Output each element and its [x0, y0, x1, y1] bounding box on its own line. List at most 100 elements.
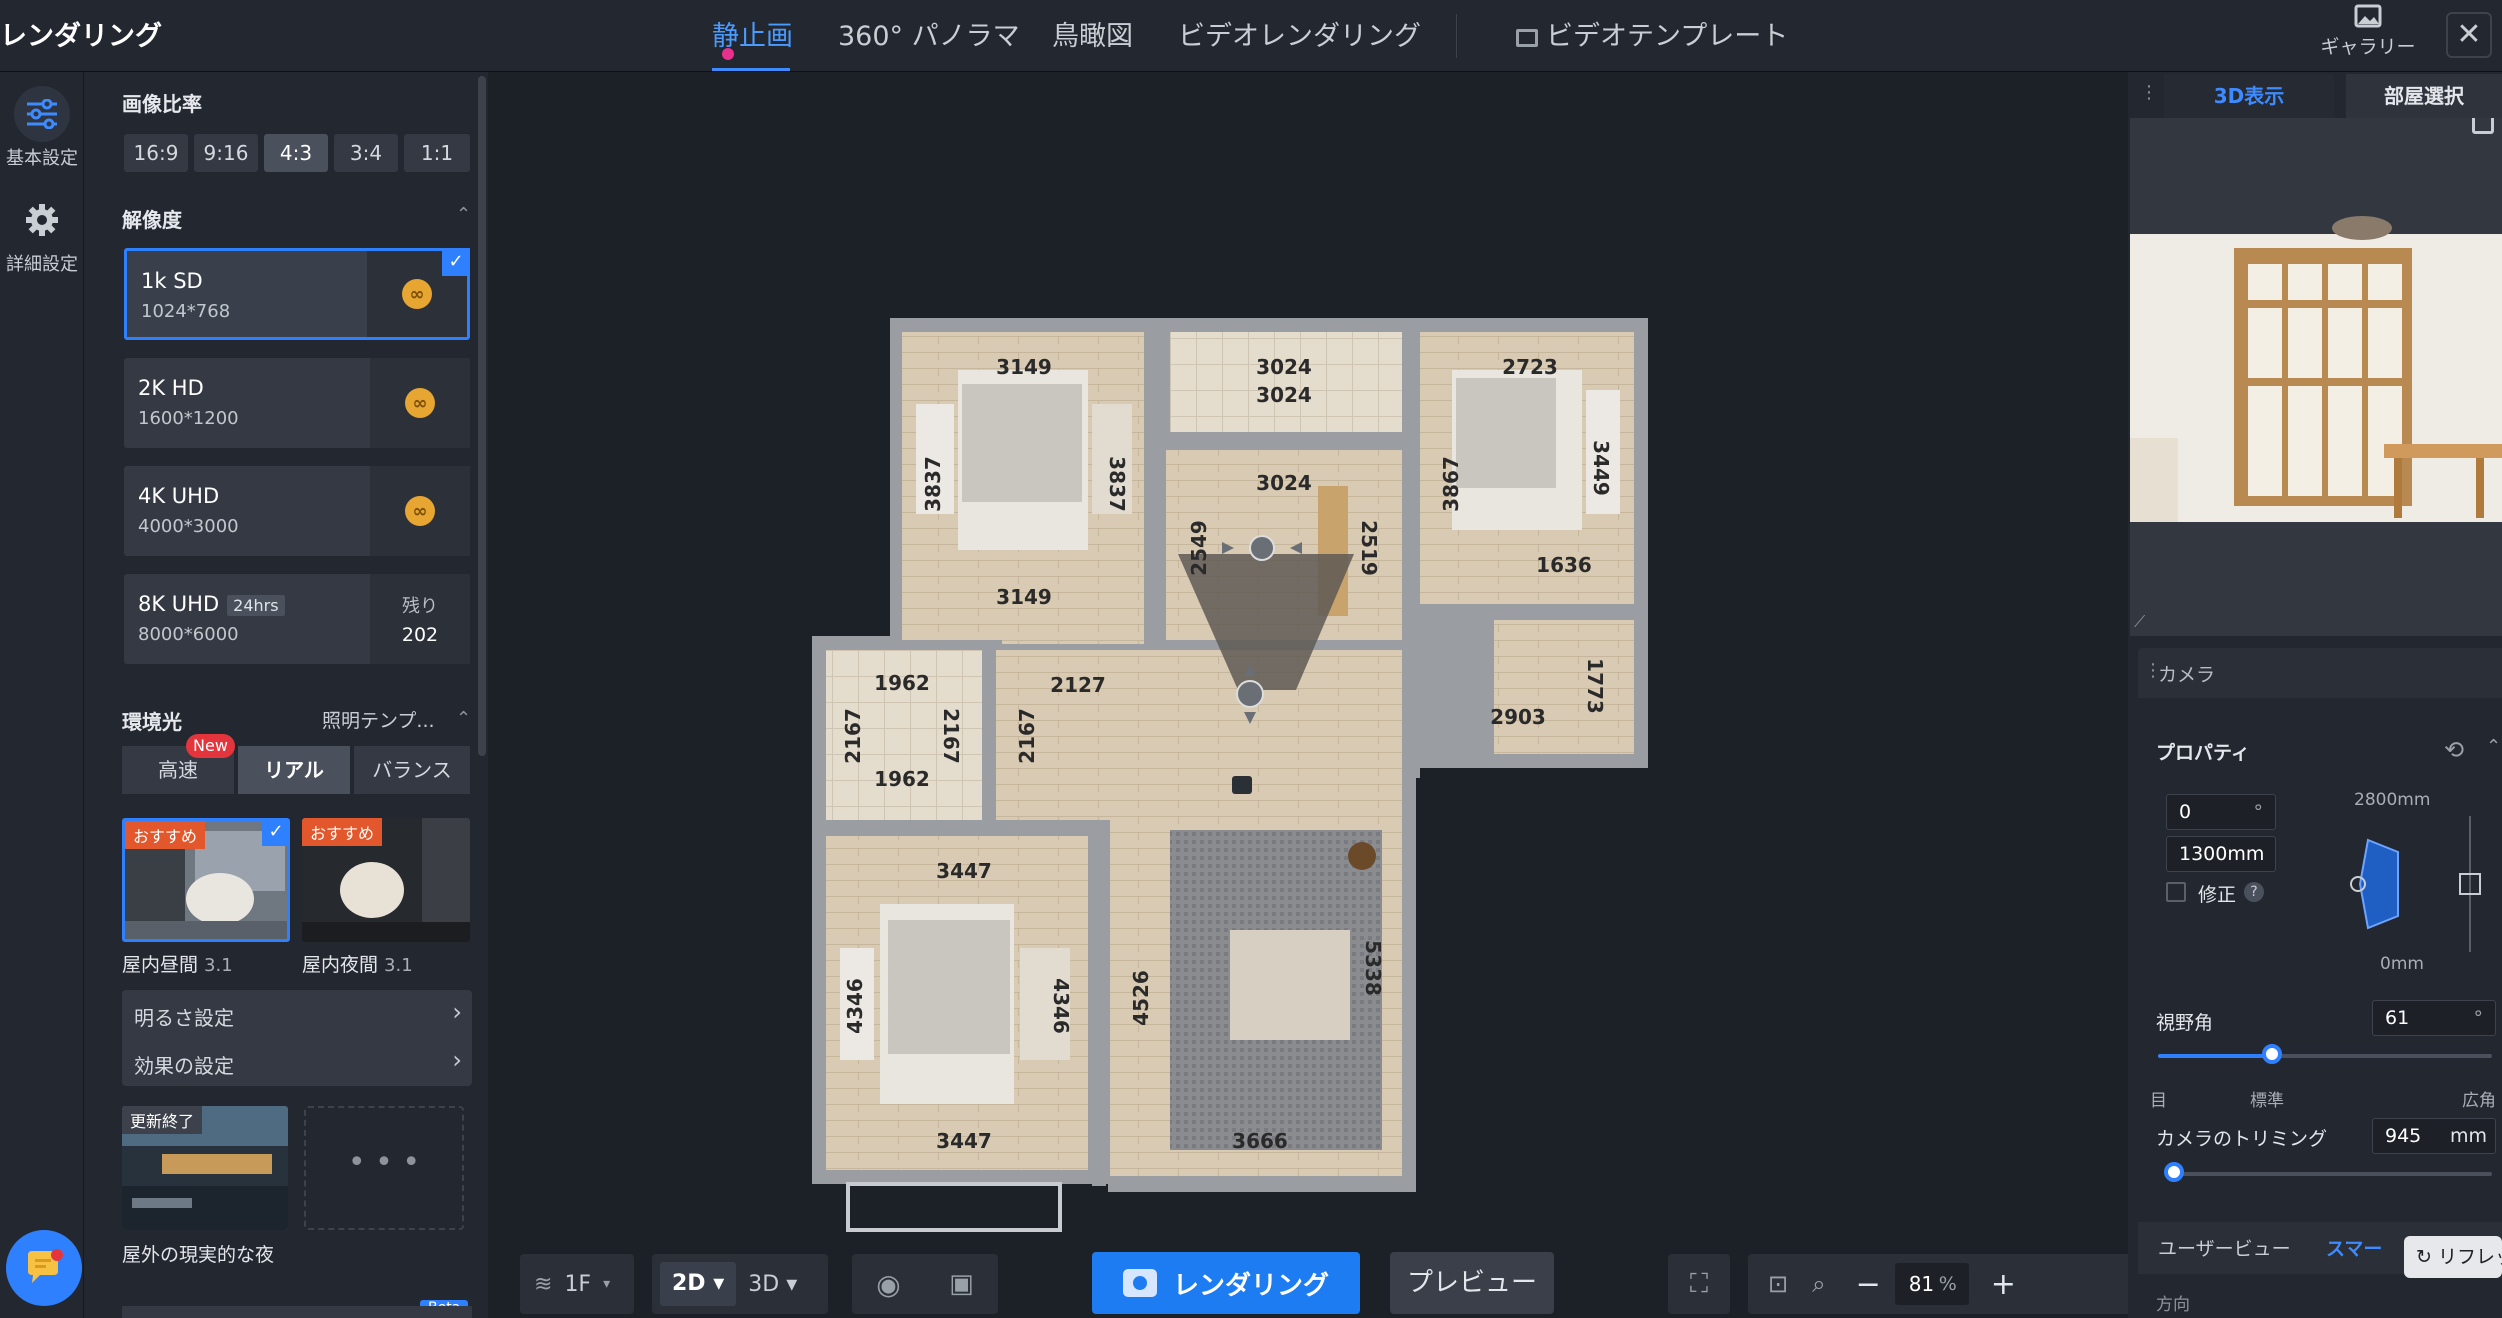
chevron-right-icon[interactable]: › [452, 1046, 462, 1074]
remaining-value: 202 [401, 624, 439, 646]
dim-label: 3024 [1256, 471, 1312, 495]
zoom-input[interactable]: 81 [1894, 1263, 1969, 1305]
preview-button[interactable]: プレビュー [1390, 1252, 1554, 1314]
top-divider [1456, 14, 1457, 58]
camera-title: カメラ [2158, 664, 2216, 686]
cut-off-text: 方向 [2156, 1295, 2190, 1315]
eye-icon[interactable]: ◉ [876, 1268, 900, 1301]
resize-corner-icon[interactable]: ⟋ [2134, 612, 2145, 632]
tab-room-select[interactable]: 部屋選択 [2346, 74, 2502, 118]
fov-slider-knob[interactable] [2261, 1044, 2282, 1064]
fov-tick-label: 標準 [2250, 1091, 2284, 1111]
tab-panorama[interactable]: 360° パノラマ [838, 14, 1020, 53]
floor-plan[interactable]: 3149 3837 3837 3149 3024 3024 3024 2549 … [808, 316, 1654, 1236]
lighting-template-link[interactable]: 照明テンプ... [322, 706, 435, 733]
collapse-icon[interactable]: ⌃ [2486, 736, 2501, 757]
correct-checkbox[interactable] [2166, 882, 2186, 902]
effect-settings[interactable]: 効果の設定 [134, 1050, 234, 1079]
kitchen-floor [1170, 332, 1402, 432]
floor-selector[interactable]: ≋ 1F ▾ [520, 1254, 634, 1314]
tab-user-view[interactable]: ユーザービュー [2158, 1234, 2291, 1261]
fit-view-button[interactable]: ⛶ [1668, 1254, 1730, 1314]
zoom-search-icon[interactable]: ⌕ [1812, 1270, 1825, 1298]
fov-unit: ° [2473, 1007, 2484, 1029]
ratio-4-3[interactable]: 4:3 [264, 134, 328, 172]
clip-label: カメラのトリミング [2156, 1128, 2328, 1150]
lighting-collapse-icon[interactable]: ⌃ [456, 708, 471, 729]
gallery-button[interactable]: ギャラリー [2318, 4, 2418, 64]
expand-icon[interactable] [2472, 118, 2494, 134]
chevron-right-icon[interactable]: › [452, 998, 462, 1026]
properties-title: プロパティ [2156, 742, 2250, 764]
remaining-label: 残り [402, 596, 438, 617]
res-card-8k[interactable]: 8K UHD 24hrs 8000*6000 残り 202 [124, 574, 470, 664]
camera-height-gauge[interactable] [2340, 816, 2502, 952]
fov-input[interactable]: 61 ° [2372, 1000, 2496, 1036]
more-scenes-button[interactable]: • • • [304, 1106, 464, 1230]
fit-icon: ⛶ [1689, 1268, 1709, 1299]
tab-birdseye[interactable]: 鳥瞰図 [1052, 14, 1133, 53]
render-camera-marker[interactable] [1232, 776, 1252, 794]
drag-handle-icon[interactable]: ⋮ [2140, 82, 2158, 103]
brightness-settings[interactable]: 明るさ設定 [134, 1002, 234, 1031]
cube-icon[interactable]: ▣ [949, 1269, 974, 1299]
bathroom-2-floor [1494, 620, 1634, 754]
zoom-in-icon[interactable]: + [1991, 1267, 2016, 1302]
tab-smart-view[interactable]: スマー [2326, 1234, 2382, 1261]
ratio-16-9[interactable]: 16:9 [124, 134, 188, 172]
zoom-out-icon[interactable]: − [1856, 1267, 1881, 1302]
close-icon: ✕ [2456, 17, 2482, 52]
dim-label: 4346 [843, 978, 867, 1034]
ratio-3-4[interactable]: 3:4 [334, 134, 398, 172]
preset-indoor-night[interactable]: おすすめ [302, 818, 470, 942]
lighting-title: 環境光 [122, 710, 182, 734]
visibility-tools: ◉ ▣ [852, 1254, 998, 1314]
render-label: レンダリング [1172, 1270, 1329, 1301]
clip-input[interactable]: 945 mm [2372, 1118, 2496, 1154]
refresh-button[interactable]: ↻ リフレッ [2404, 1236, 2502, 1278]
rail-basic-settings[interactable]: 基本設定 [0, 86, 84, 170]
dim-label: 5338 [1361, 940, 1385, 996]
view-3d-button[interactable]: 3D ▾ [736, 1272, 809, 1297]
reset-icon[interactable]: ⟲ [2444, 736, 2464, 764]
render-button[interactable]: レンダリング [1092, 1252, 1360, 1314]
tab-video-template[interactable]: ビデオテンプレート [1516, 14, 1788, 53]
light-mode-real[interactable]: リアル [238, 746, 350, 794]
rail-advanced-settings[interactable]: 詳細設定 [0, 192, 84, 276]
chat-button[interactable] [6, 1230, 82, 1306]
dim-label: 3837 [1105, 456, 1129, 512]
scene-outdoor-night[interactable]: 更新終了 [122, 1106, 288, 1230]
dim-label: 1962 [874, 767, 930, 791]
3d-preview[interactable]: ⟋ [2130, 118, 2502, 636]
angle-input[interactable]: 0 ° [2166, 794, 2276, 830]
resolution-collapse-icon[interactable]: ⌃ [456, 204, 471, 225]
tab-video-template-label: ビデオテンプレート [1546, 21, 1789, 52]
help-icon[interactable]: ? [2244, 882, 2264, 902]
ratio-1-1[interactable]: 1:1 [404, 134, 470, 172]
view-2d-button[interactable]: 2D ▾ [660, 1262, 737, 1306]
close-button[interactable]: ✕ [2446, 12, 2492, 58]
check-icon: ✓ [442, 248, 470, 276]
light-mode-balance[interactable]: バランス [354, 746, 470, 794]
clip-value: 945 [2385, 1125, 2422, 1147]
view-3d-label: 3D [748, 1271, 780, 1297]
tab-still-image[interactable]: 静止画 [712, 14, 793, 53]
panel-scrollbar[interactable] [478, 76, 486, 756]
fov-value: 61 [2385, 1007, 2410, 1029]
height-input[interactable]: 1300mm [2166, 836, 2276, 872]
res-card-2k[interactable]: 2K HD 1600*1200 ∞ [124, 358, 470, 448]
preset-indoor-day[interactable]: おすすめ ✓ [122, 818, 290, 942]
dim-label: 3024 [1256, 355, 1312, 379]
clip-slider-track[interactable] [2168, 1172, 2492, 1176]
tab-3d-view[interactable]: 3D表示 [2164, 74, 2334, 118]
focus-icon[interactable]: ⊡ [1768, 1270, 1788, 1298]
ratio-9-16[interactable]: 9:16 [194, 134, 258, 172]
tab-video-rendering[interactable]: ビデオレンダリング [1178, 14, 1421, 53]
dim-label: 3447 [936, 1129, 992, 1153]
dim-label: 3024 [1256, 383, 1312, 407]
dim-label: 2903 [1490, 705, 1546, 729]
res-card-1k[interactable]: 1k SD 1024*768 ∞ ✓ [124, 248, 470, 340]
res-card-4k[interactable]: 4K UHD 4000*3000 ∞ [124, 466, 470, 556]
preset-label: 屋内昼間 3.1 [122, 950, 233, 977]
dim-label: 3149 [996, 585, 1052, 609]
